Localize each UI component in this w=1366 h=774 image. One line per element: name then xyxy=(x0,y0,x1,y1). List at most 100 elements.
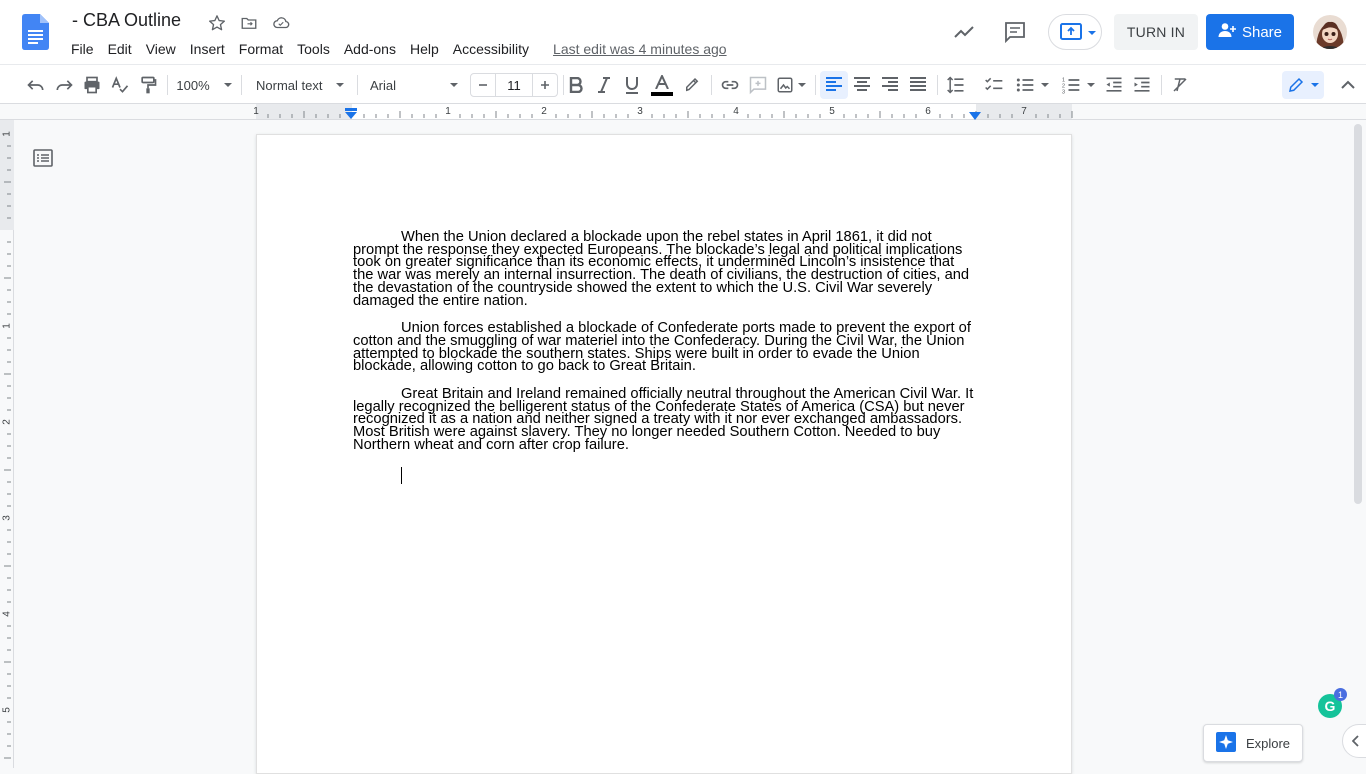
add-comment-icon[interactable] xyxy=(746,71,770,99)
style-chevron-down-icon xyxy=(336,83,344,87)
share-button[interactable]: Share xyxy=(1206,14,1294,50)
underline-icon[interactable] xyxy=(622,71,642,99)
paragraph-style-dropdown[interactable]: Normal text xyxy=(248,71,350,99)
menu-help[interactable]: Help xyxy=(403,39,446,59)
menu-file[interactable]: File xyxy=(64,39,101,59)
ruler-number: 5 xyxy=(829,106,835,117)
ruler-number: 5 xyxy=(2,707,13,713)
decrease-font-size-button[interactable] xyxy=(471,74,495,96)
clear-formatting-icon[interactable] xyxy=(1168,71,1192,99)
svg-text:3: 3 xyxy=(1062,89,1065,95)
ruler-number: 1 xyxy=(253,106,259,117)
ruler-number: 2 xyxy=(541,106,547,117)
text-cursor xyxy=(401,466,402,484)
cloud-status-icon[interactable] xyxy=(270,12,292,34)
font-family-dropdown[interactable]: Arial xyxy=(362,71,464,99)
paragraph-1[interactable]: When the Union declared a blockade upon … xyxy=(353,230,977,308)
vertical-scrollbar[interactable] xyxy=(1352,120,1366,768)
ruler-number: 4 xyxy=(733,106,739,117)
checklist-icon[interactable] xyxy=(982,71,1006,99)
document-title[interactable]: - CBA Outline xyxy=(72,10,181,31)
ruler-number: 4 xyxy=(2,611,13,617)
docs-logo-icon[interactable] xyxy=(22,14,49,50)
ruler-number: 6 xyxy=(925,106,931,117)
menu-add-ons[interactable]: Add-ons xyxy=(337,39,403,59)
formatting-toolbar: 100% Normal text Arial 11 1 2 3 xyxy=(0,64,1366,104)
ruler-number: 3 xyxy=(637,106,643,117)
last-edit-link[interactable]: Last edit was 4 minutes ago xyxy=(553,41,727,57)
font-family-value: Arial xyxy=(370,77,397,93)
insert-image-icon[interactable] xyxy=(774,71,808,99)
share-person-icon xyxy=(1218,22,1236,42)
text-color-icon[interactable] xyxy=(650,71,674,99)
decrease-indent-icon[interactable] xyxy=(1102,71,1126,99)
collapse-menus-icon[interactable] xyxy=(1338,71,1358,99)
left-indent-marker-icon[interactable] xyxy=(344,107,358,125)
grammarly-badge: 1 xyxy=(1334,688,1347,701)
ruler-number: 3 xyxy=(2,515,13,521)
menu-insert[interactable]: Insert xyxy=(183,39,232,59)
bulleted-list-icon[interactable] xyxy=(1012,71,1052,99)
bold-icon[interactable] xyxy=(566,71,586,99)
present-button[interactable] xyxy=(1048,14,1102,50)
explore-icon xyxy=(1215,731,1236,755)
redo-icon[interactable] xyxy=(52,71,76,99)
account-avatar[interactable] xyxy=(1313,15,1347,49)
activity-trend-icon[interactable] xyxy=(952,20,976,49)
horizontal-ruler[interactable]: 1 1 2 3 4 5 6 7 xyxy=(0,104,1366,120)
align-left-icon[interactable] xyxy=(820,71,848,99)
menu-edit[interactable]: Edit xyxy=(101,39,139,59)
turn-in-button[interactable]: TURN IN xyxy=(1114,14,1198,50)
ruler-number: 1 xyxy=(445,106,451,117)
font-size-input[interactable]: 11 xyxy=(495,74,533,96)
zoom-dropdown[interactable]: 100% xyxy=(172,71,236,99)
present-dropdown-icon xyxy=(1088,31,1096,35)
document-page[interactable]: When the Union declared a blockade upon … xyxy=(256,134,1072,774)
paragraph-2[interactable]: Union forces established a blockade of C… xyxy=(353,321,977,374)
ruler-number: 1 xyxy=(2,131,13,137)
undo-icon[interactable] xyxy=(24,71,48,99)
paragraph-3[interactable]: Great Britain and Ireland remained offic… xyxy=(353,387,977,452)
menu-tools[interactable]: Tools xyxy=(290,39,337,59)
ruler-number: 1 xyxy=(2,323,13,329)
scrollbar-thumb[interactable] xyxy=(1354,124,1362,504)
explore-label: Explore xyxy=(1245,735,1291,751)
menu-accessibility[interactable]: Accessibility xyxy=(446,39,536,59)
document-outline-icon[interactable] xyxy=(33,149,53,172)
menu-bar: File Edit View Insert Format Tools Add-o… xyxy=(64,38,727,60)
zoom-value: 100% xyxy=(176,77,210,93)
star-icon[interactable] xyxy=(206,12,228,34)
editing-mode-icon[interactable] xyxy=(1282,71,1324,99)
move-folder-icon[interactable] xyxy=(238,12,260,34)
link-icon[interactable] xyxy=(718,71,742,99)
paint-format-icon[interactable] xyxy=(136,71,160,99)
increase-font-size-button[interactable] xyxy=(533,74,557,96)
font-chevron-down-icon xyxy=(450,83,458,87)
right-indent-marker-icon[interactable] xyxy=(968,108,982,126)
top-bar: - CBA Outline File Edit View Insert Form… xyxy=(0,0,1366,64)
align-right-icon[interactable] xyxy=(878,71,902,99)
chevron-left-icon xyxy=(1352,735,1359,747)
menu-format[interactable]: Format xyxy=(232,39,290,59)
line-spacing-icon[interactable] xyxy=(944,71,968,99)
side-panel-toggle[interactable] xyxy=(1342,724,1366,758)
paragraph-style-value: Normal text xyxy=(256,77,323,93)
font-size-control: 11 xyxy=(470,73,558,97)
document-body[interactable]: When the Union declared a blockade upon … xyxy=(353,230,977,484)
print-icon[interactable] xyxy=(80,71,104,99)
share-label: Share xyxy=(1241,23,1283,41)
justify-icon[interactable] xyxy=(906,71,930,99)
zoom-chevron-down-icon xyxy=(223,83,232,87)
menu-view[interactable]: View xyxy=(139,39,183,59)
comments-icon[interactable] xyxy=(1003,20,1027,49)
increase-indent-icon[interactable] xyxy=(1130,71,1154,99)
vertical-ruler[interactable]: 1 1 2 3 4 5 xyxy=(0,120,14,768)
highlight-icon[interactable] xyxy=(680,71,704,99)
explore-button[interactable]: Explore xyxy=(1203,724,1303,762)
present-icon xyxy=(1060,23,1082,46)
numbered-list-icon[interactable]: 123 xyxy=(1058,71,1098,99)
italic-icon[interactable] xyxy=(594,71,614,99)
align-center-icon[interactable] xyxy=(850,71,874,99)
ruler-number: 2 xyxy=(2,419,13,425)
spellcheck-icon[interactable] xyxy=(108,71,132,99)
